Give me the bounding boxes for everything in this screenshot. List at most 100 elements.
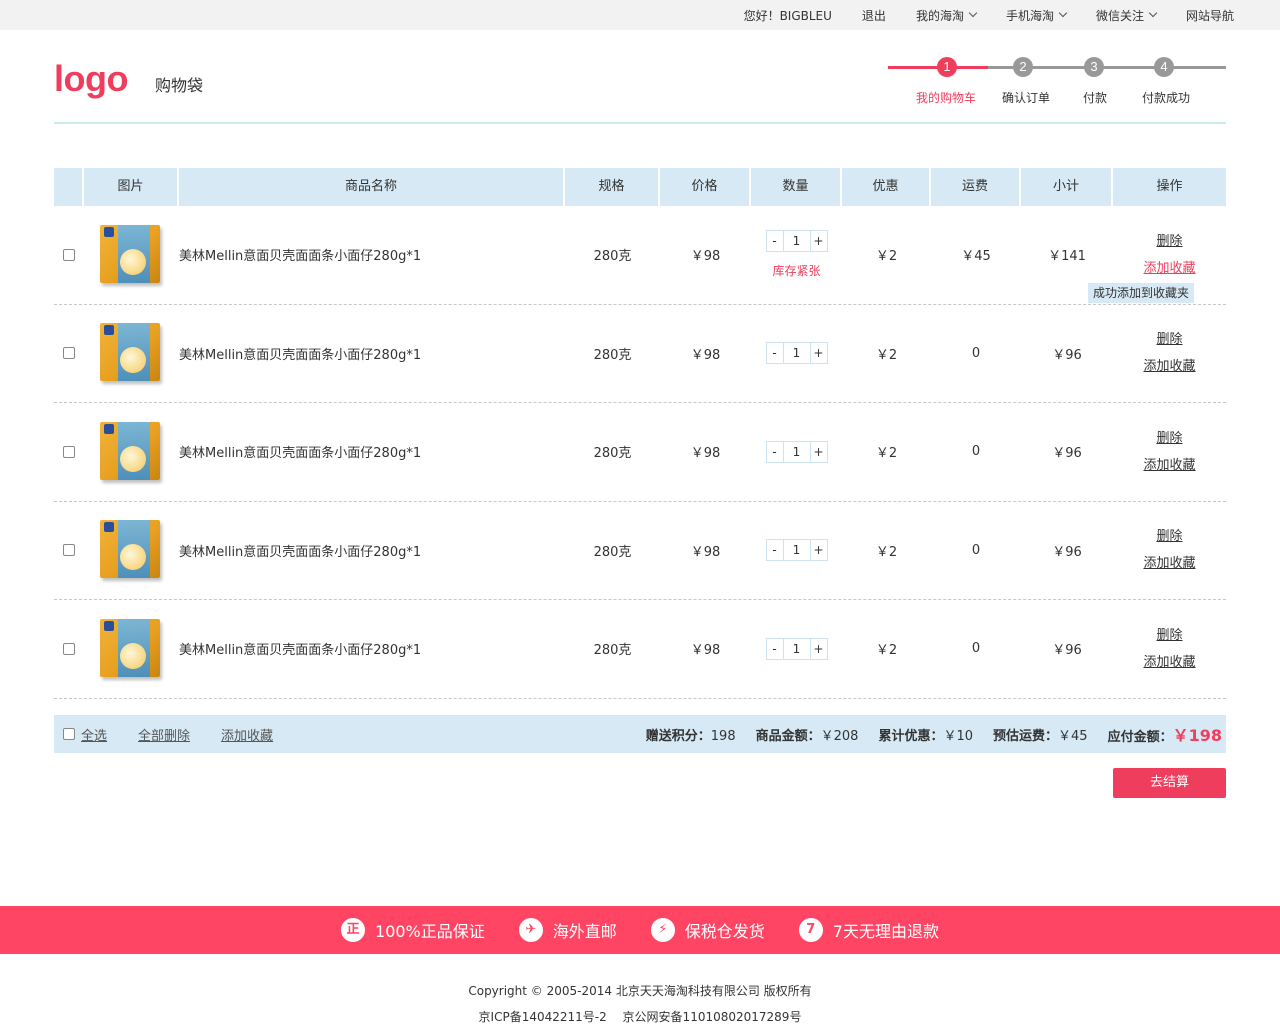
my-haitao-label[interactable]: 我的海淘: [916, 7, 964, 24]
product-brand-mark: [104, 620, 114, 631]
product-name[interactable]: 美林Mellin意面贝壳面面条小面仔280g*1: [179, 541, 565, 560]
header-shipping: 运费: [931, 168, 1021, 206]
guarantee-bonded-text: 保税仓发货: [684, 922, 765, 941]
goods-label: 商品金额：: [755, 728, 821, 744]
qty-input[interactable]: 1: [782, 343, 811, 364]
discount-label: 累计优惠：: [878, 728, 944, 744]
row-checkbox[interactable]: [63, 347, 75, 360]
guarantee-return: 7 7天无理由退款: [798, 918, 939, 942]
delete-link[interactable]: 删除: [1113, 622, 1226, 649]
product-discount: ￥2: [875, 446, 898, 462]
row-checkbox[interactable]: [63, 642, 75, 655]
row-actions: 删除 添加收藏: [1113, 425, 1226, 479]
row-checkbox-cell: [54, 346, 84, 361]
delete-link[interactable]: 删除: [1113, 326, 1226, 353]
quantity-stepper: -1 +: [765, 342, 828, 365]
delete-link[interactable]: 删除: [1113, 523, 1226, 550]
product-subtotal: ￥96: [1052, 643, 1082, 659]
product-subtotal: ￥141: [1048, 249, 1086, 265]
product-name[interactable]: 美林Mellin意面贝壳面面条小面仔280g*1: [179, 442, 565, 461]
product-image[interactable]: [96, 418, 164, 486]
step-1-dot: 1: [937, 57, 957, 77]
delete-link[interactable]: 删除: [1113, 228, 1226, 255]
row-actions: 删除 添加收藏: [1113, 523, 1226, 577]
summary-totals: 赠送积分：198 商品金额：￥208 累计优惠：￥10 预估运费：￥45 应付金…: [646, 715, 1226, 753]
qty-input[interactable]: 1: [782, 638, 811, 659]
my-haitao-menu[interactable]: 我的海淘: [916, 7, 978, 24]
add-favorite-link[interactable]: 添加收藏: [1113, 353, 1226, 380]
product-image-cell: [84, 615, 179, 683]
product-image[interactable]: [96, 615, 164, 683]
product-spec: 280克: [593, 347, 632, 363]
total-value: ￥198: [1172, 726, 1222, 745]
qty-input[interactable]: 1: [782, 231, 811, 252]
header-divider: [54, 122, 1226, 124]
seven-days-icon: 7: [798, 918, 823, 942]
favorite-success-tooltip: 成功添加到收藏夹: [1087, 283, 1194, 303]
logout-link[interactable]: 退出: [862, 7, 886, 24]
checkout-button[interactable]: 去结算: [1113, 768, 1226, 798]
product-circle-shape: [120, 642, 146, 669]
qty-plus-button[interactable]: +: [810, 540, 827, 561]
qty-plus-button[interactable]: +: [810, 441, 827, 462]
product-image[interactable]: [96, 319, 164, 387]
product-spec: 280克: [593, 643, 632, 659]
step-2-dot: 2: [1013, 57, 1033, 77]
qty-minus-button[interactable]: -: [766, 441, 783, 462]
add-favorite-link[interactable]: 添加收藏: [1113, 452, 1226, 479]
row-checkbox[interactable]: [63, 445, 75, 458]
select-all-checkbox[interactable]: [63, 728, 75, 740]
product-image[interactable]: [96, 516, 164, 584]
product-image[interactable]: [96, 221, 164, 289]
qty-minus-button[interactable]: -: [766, 343, 783, 364]
delete-all-link[interactable]: 全部删除: [138, 725, 190, 744]
header-action: 操作: [1156, 179, 1183, 194]
checkout-steps: 1 2 3 4 我的购物车 确认订单 付款 付款成功: [888, 56, 1226, 106]
qty-plus-button[interactable]: +: [810, 343, 827, 364]
step-3-label: 付款: [1082, 91, 1108, 105]
product-circle-shape: [120, 248, 146, 275]
delete-link[interactable]: 删除: [1113, 425, 1226, 452]
footer: Copyright © 2005-2014 北京天天海淘科技有限公司 版权所有 …: [0, 978, 1280, 1024]
table-row: 美林Mellin意面贝壳面面条小面仔280g*1 280克 ￥98 -1 + ￥2 0 ￥96…: [54, 403, 1226, 502]
row-actions: 删除 添加收藏: [1113, 622, 1226, 676]
qty-minus-button[interactable]: -: [766, 540, 783, 561]
points-label: 赠送积分：: [645, 728, 711, 744]
logout-label[interactable]: 退出: [862, 7, 886, 24]
select-all-link[interactable]: 全选: [81, 725, 107, 744]
add-favorite-link[interactable]: 添加收藏: [1113, 255, 1226, 282]
qty-minus-button[interactable]: -: [766, 231, 783, 252]
logo[interactable]: logo: [54, 58, 128, 100]
row-checkbox[interactable]: [63, 248, 75, 261]
mobile-menu[interactable]: 手机海淘: [1006, 7, 1068, 24]
site-nav-link[interactable]: 网站导航: [1186, 7, 1234, 24]
site-nav-label[interactable]: 网站导航: [1186, 7, 1234, 24]
qty-input[interactable]: 1: [782, 441, 811, 462]
quantity-cell: -1 +: [751, 342, 842, 365]
wechat-label[interactable]: 微信关注: [1096, 7, 1144, 24]
add-favorite-link[interactable]: 添加收藏: [1113, 550, 1226, 577]
header-checkbox-col: [54, 168, 84, 206]
add-favorite-link[interactable]: 添加收藏: [1113, 649, 1226, 676]
qty-input[interactable]: 1: [782, 540, 811, 561]
product-brand-mark: [104, 522, 114, 533]
product-price: ￥98: [690, 544, 721, 560]
product-shipping: 0: [971, 641, 981, 657]
row-checkbox[interactable]: [63, 544, 75, 557]
product-price: ￥98: [690, 249, 721, 265]
product-shipping: ￥45: [961, 249, 991, 265]
product-discount: ￥2: [875, 544, 898, 560]
qty-plus-button[interactable]: +: [810, 638, 827, 659]
qty-minus-button[interactable]: -: [766, 638, 783, 659]
total-label: 应付金额：: [1107, 730, 1173, 745]
product-name[interactable]: 美林Mellin意面贝壳面面条小面仔280g*1: [179, 344, 565, 363]
product-discount: ￥2: [875, 249, 898, 265]
wechat-menu[interactable]: 微信关注: [1096, 7, 1158, 24]
product-name[interactable]: 美林Mellin意面贝壳面面条小面仔280g*1: [179, 639, 565, 658]
qty-plus-button[interactable]: +: [810, 231, 827, 252]
product-price: ￥98: [690, 446, 721, 462]
product-name[interactable]: 美林Mellin意面贝壳面面条小面仔280g*1: [179, 245, 565, 264]
mobile-label[interactable]: 手机海淘: [1006, 7, 1054, 24]
lightning-icon: ⚡: [650, 918, 675, 942]
add-favorite-all-link[interactable]: 添加收藏: [221, 725, 273, 744]
